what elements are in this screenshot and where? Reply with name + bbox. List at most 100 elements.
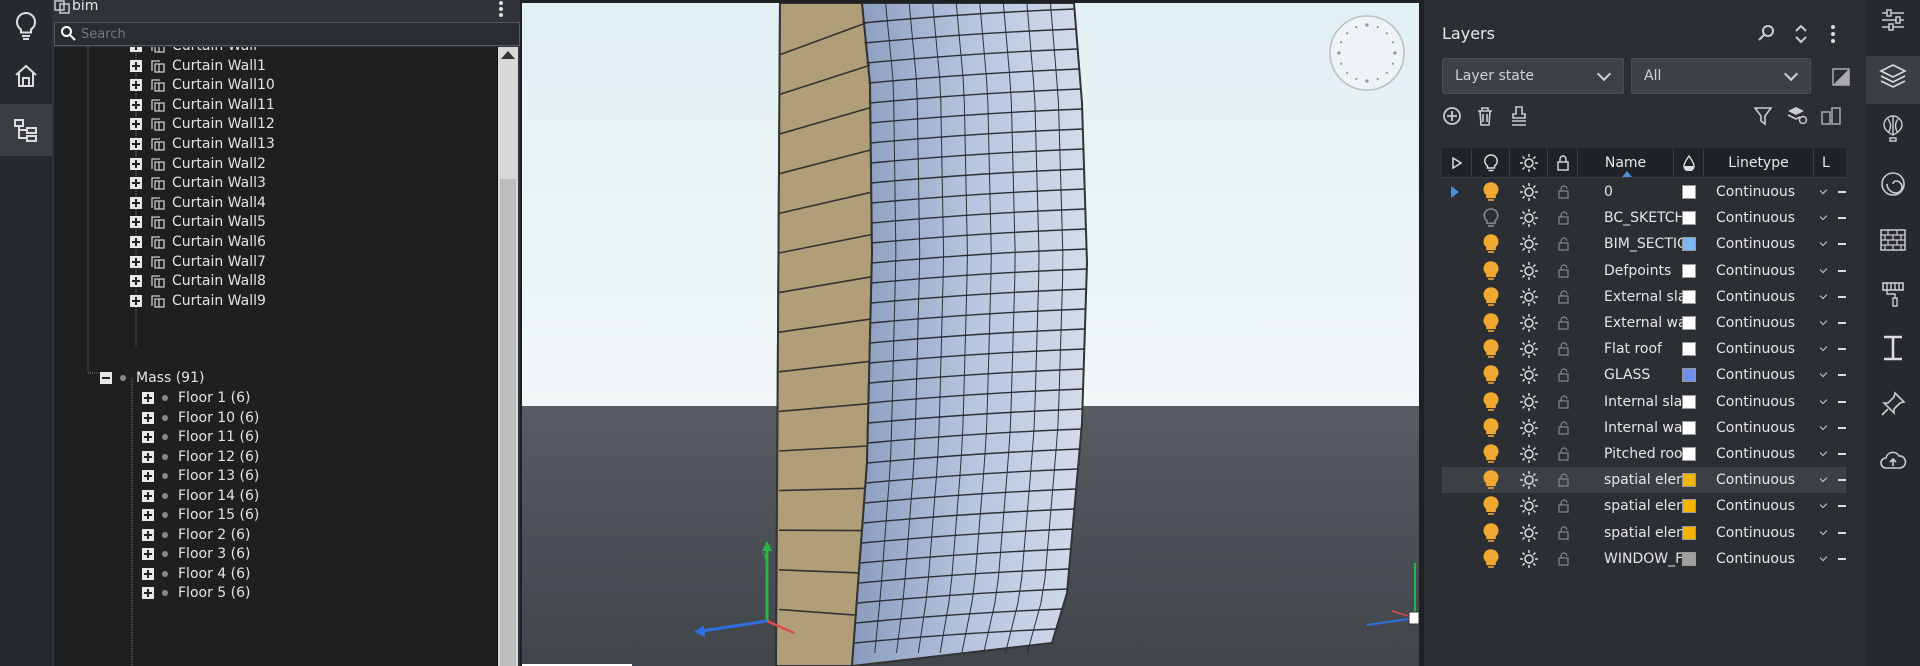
current-cell[interactable] <box>1451 441 1471 467</box>
spiral-icon[interactable] <box>1879 170 1907 198</box>
layer-name[interactable]: External wall <box>1604 310 1692 336</box>
delete-layer-icon[interactable] <box>1476 106 1494 126</box>
layer-lineweight[interactable] <box>1838 336 1846 362</box>
layer-lineweight[interactable] <box>1838 258 1846 284</box>
tree-node-floor[interactable]: Floor 5 (6) <box>142 582 250 604</box>
linetype-chevron[interactable] <box>1820 284 1834 310</box>
expand-icon[interactable] <box>130 79 142 92</box>
freeze-toggle[interactable] <box>1520 258 1540 284</box>
lock-toggle[interactable] <box>1556 493 1576 519</box>
layer-color[interactable] <box>1682 520 1702 546</box>
expand-icon[interactable] <box>130 59 142 72</box>
layer-name[interactable]: spatial elemer <box>1604 520 1692 546</box>
expand-icon[interactable] <box>130 138 142 150</box>
layer-row[interactable]: BIM_SECTION Continuous <box>1442 231 1846 257</box>
lock-toggle[interactable] <box>1556 467 1576 493</box>
lock-toggle[interactable] <box>1556 415 1576 441</box>
scroll-up-icon[interactable] <box>501 51 515 59</box>
merge-layer-icon[interactable] <box>1510 106 1528 126</box>
layer-row[interactable]: Defpoints Continuous <box>1442 258 1846 284</box>
expand-icon[interactable] <box>130 157 142 170</box>
expand-icon[interactable] <box>142 411 154 424</box>
filter-icon[interactable] <box>1754 106 1772 126</box>
on-toggle[interactable] <box>1483 520 1503 546</box>
layer-name[interactable]: BIM_SECTION <box>1604 231 1692 257</box>
layer-linetype[interactable]: Continuous <box>1716 310 1806 336</box>
linetype-chevron[interactable] <box>1820 415 1834 441</box>
layer-row[interactable]: 0 Continuous <box>1442 179 1846 205</box>
current-cell[interactable] <box>1451 362 1471 388</box>
on-toggle[interactable] <box>1483 415 1503 441</box>
expand-icon[interactable] <box>142 567 154 580</box>
lock-toggle[interactable] <box>1556 284 1576 310</box>
balloon-icon[interactable] <box>1879 114 1907 142</box>
linetype-chevron[interactable] <box>1820 493 1834 519</box>
layer-row[interactable]: Internal wall Continuous <box>1442 415 1846 441</box>
freeze-toggle[interactable] <box>1520 205 1540 231</box>
layer-lineweight[interactable] <box>1838 179 1846 205</box>
invert-filter-icon[interactable] <box>1832 68 1850 86</box>
expand-icon[interactable] <box>142 489 154 502</box>
expand-icon[interactable] <box>142 587 154 599</box>
tree-node-curtain-wall[interactable]: Curtain Wall9 <box>130 290 266 312</box>
on-toggle[interactable] <box>1483 362 1503 388</box>
col-current[interactable] <box>1442 148 1472 178</box>
linetype-chevron[interactable] <box>1820 258 1834 284</box>
layer-row[interactable]: External wall Continuous <box>1442 310 1846 336</box>
current-cell[interactable] <box>1451 493 1471 519</box>
expand-icon[interactable] <box>142 528 154 541</box>
linetype-chevron[interactable] <box>1820 336 1834 362</box>
lock-toggle[interactable] <box>1556 205 1576 231</box>
linetype-chevron[interactable] <box>1820 389 1834 415</box>
layer-row[interactable]: Internal slab Continuous <box>1442 389 1846 415</box>
layer-settings-icon[interactable] <box>1786 104 1808 126</box>
current-cell[interactable] <box>1451 520 1471 546</box>
layer-color[interactable] <box>1682 493 1702 519</box>
on-toggle[interactable] <box>1483 493 1503 519</box>
layer-row[interactable]: WINDOW_FRA Continuous <box>1442 546 1846 572</box>
layer-color[interactable] <box>1682 415 1702 441</box>
current-cell[interactable] <box>1451 205 1471 231</box>
layer-lineweight[interactable] <box>1838 362 1846 388</box>
current-cell[interactable] <box>1451 389 1471 415</box>
layer-name[interactable]: spatial elemer <box>1604 493 1692 519</box>
expand-icon[interactable] <box>130 177 142 190</box>
freeze-toggle[interactable] <box>1520 336 1540 362</box>
expand-icon[interactable] <box>130 255 142 268</box>
layer-linetype[interactable]: Continuous <box>1716 205 1806 231</box>
on-toggle[interactable] <box>1483 336 1503 362</box>
structure-button[interactable] <box>0 104 52 156</box>
col-on[interactable] <box>1472 148 1510 178</box>
layer-row[interactable]: Flat roof Continuous <box>1442 336 1846 362</box>
layer-linetype[interactable]: Continuous <box>1716 284 1806 310</box>
col-lock[interactable] <box>1548 148 1578 178</box>
expand-icon[interactable] <box>142 509 154 521</box>
on-toggle[interactable] <box>1483 258 1503 284</box>
col-linetype[interactable]: Linetype <box>1704 148 1814 178</box>
layer-lineweight[interactable] <box>1838 231 1846 257</box>
layer-color[interactable] <box>1682 231 1702 257</box>
tree-search-input[interactable] <box>81 25 501 43</box>
linetype-chevron[interactable] <box>1820 467 1834 493</box>
layer-lineweight[interactable] <box>1838 520 1846 546</box>
layer-name[interactable]: Defpoints <box>1604 258 1692 284</box>
lock-toggle[interactable] <box>1556 231 1576 257</box>
layer-color[interactable] <box>1682 546 1702 572</box>
layer-color[interactable] <box>1682 441 1702 467</box>
on-toggle[interactable] <box>1483 231 1503 257</box>
home-button[interactable] <box>0 50 52 102</box>
layer-name[interactable]: spatial elemer <box>1604 467 1692 493</box>
linetype-chevron[interactable] <box>1820 205 1834 231</box>
expand-icon[interactable] <box>130 216 142 229</box>
on-toggle[interactable] <box>1483 467 1503 493</box>
current-cell[interactable] <box>1451 179 1471 205</box>
new-layer-icon[interactable] <box>1442 106 1462 126</box>
layer-linetype[interactable]: Continuous <box>1716 258 1806 284</box>
pin-icon[interactable] <box>1879 390 1907 418</box>
expand-icon[interactable] <box>130 47 142 52</box>
expand-icon[interactable] <box>130 98 142 111</box>
lock-toggle[interactable] <box>1556 310 1576 336</box>
linetype-chevron[interactable] <box>1820 310 1834 336</box>
layer-lineweight[interactable] <box>1838 546 1846 572</box>
layer-color[interactable] <box>1682 258 1702 284</box>
